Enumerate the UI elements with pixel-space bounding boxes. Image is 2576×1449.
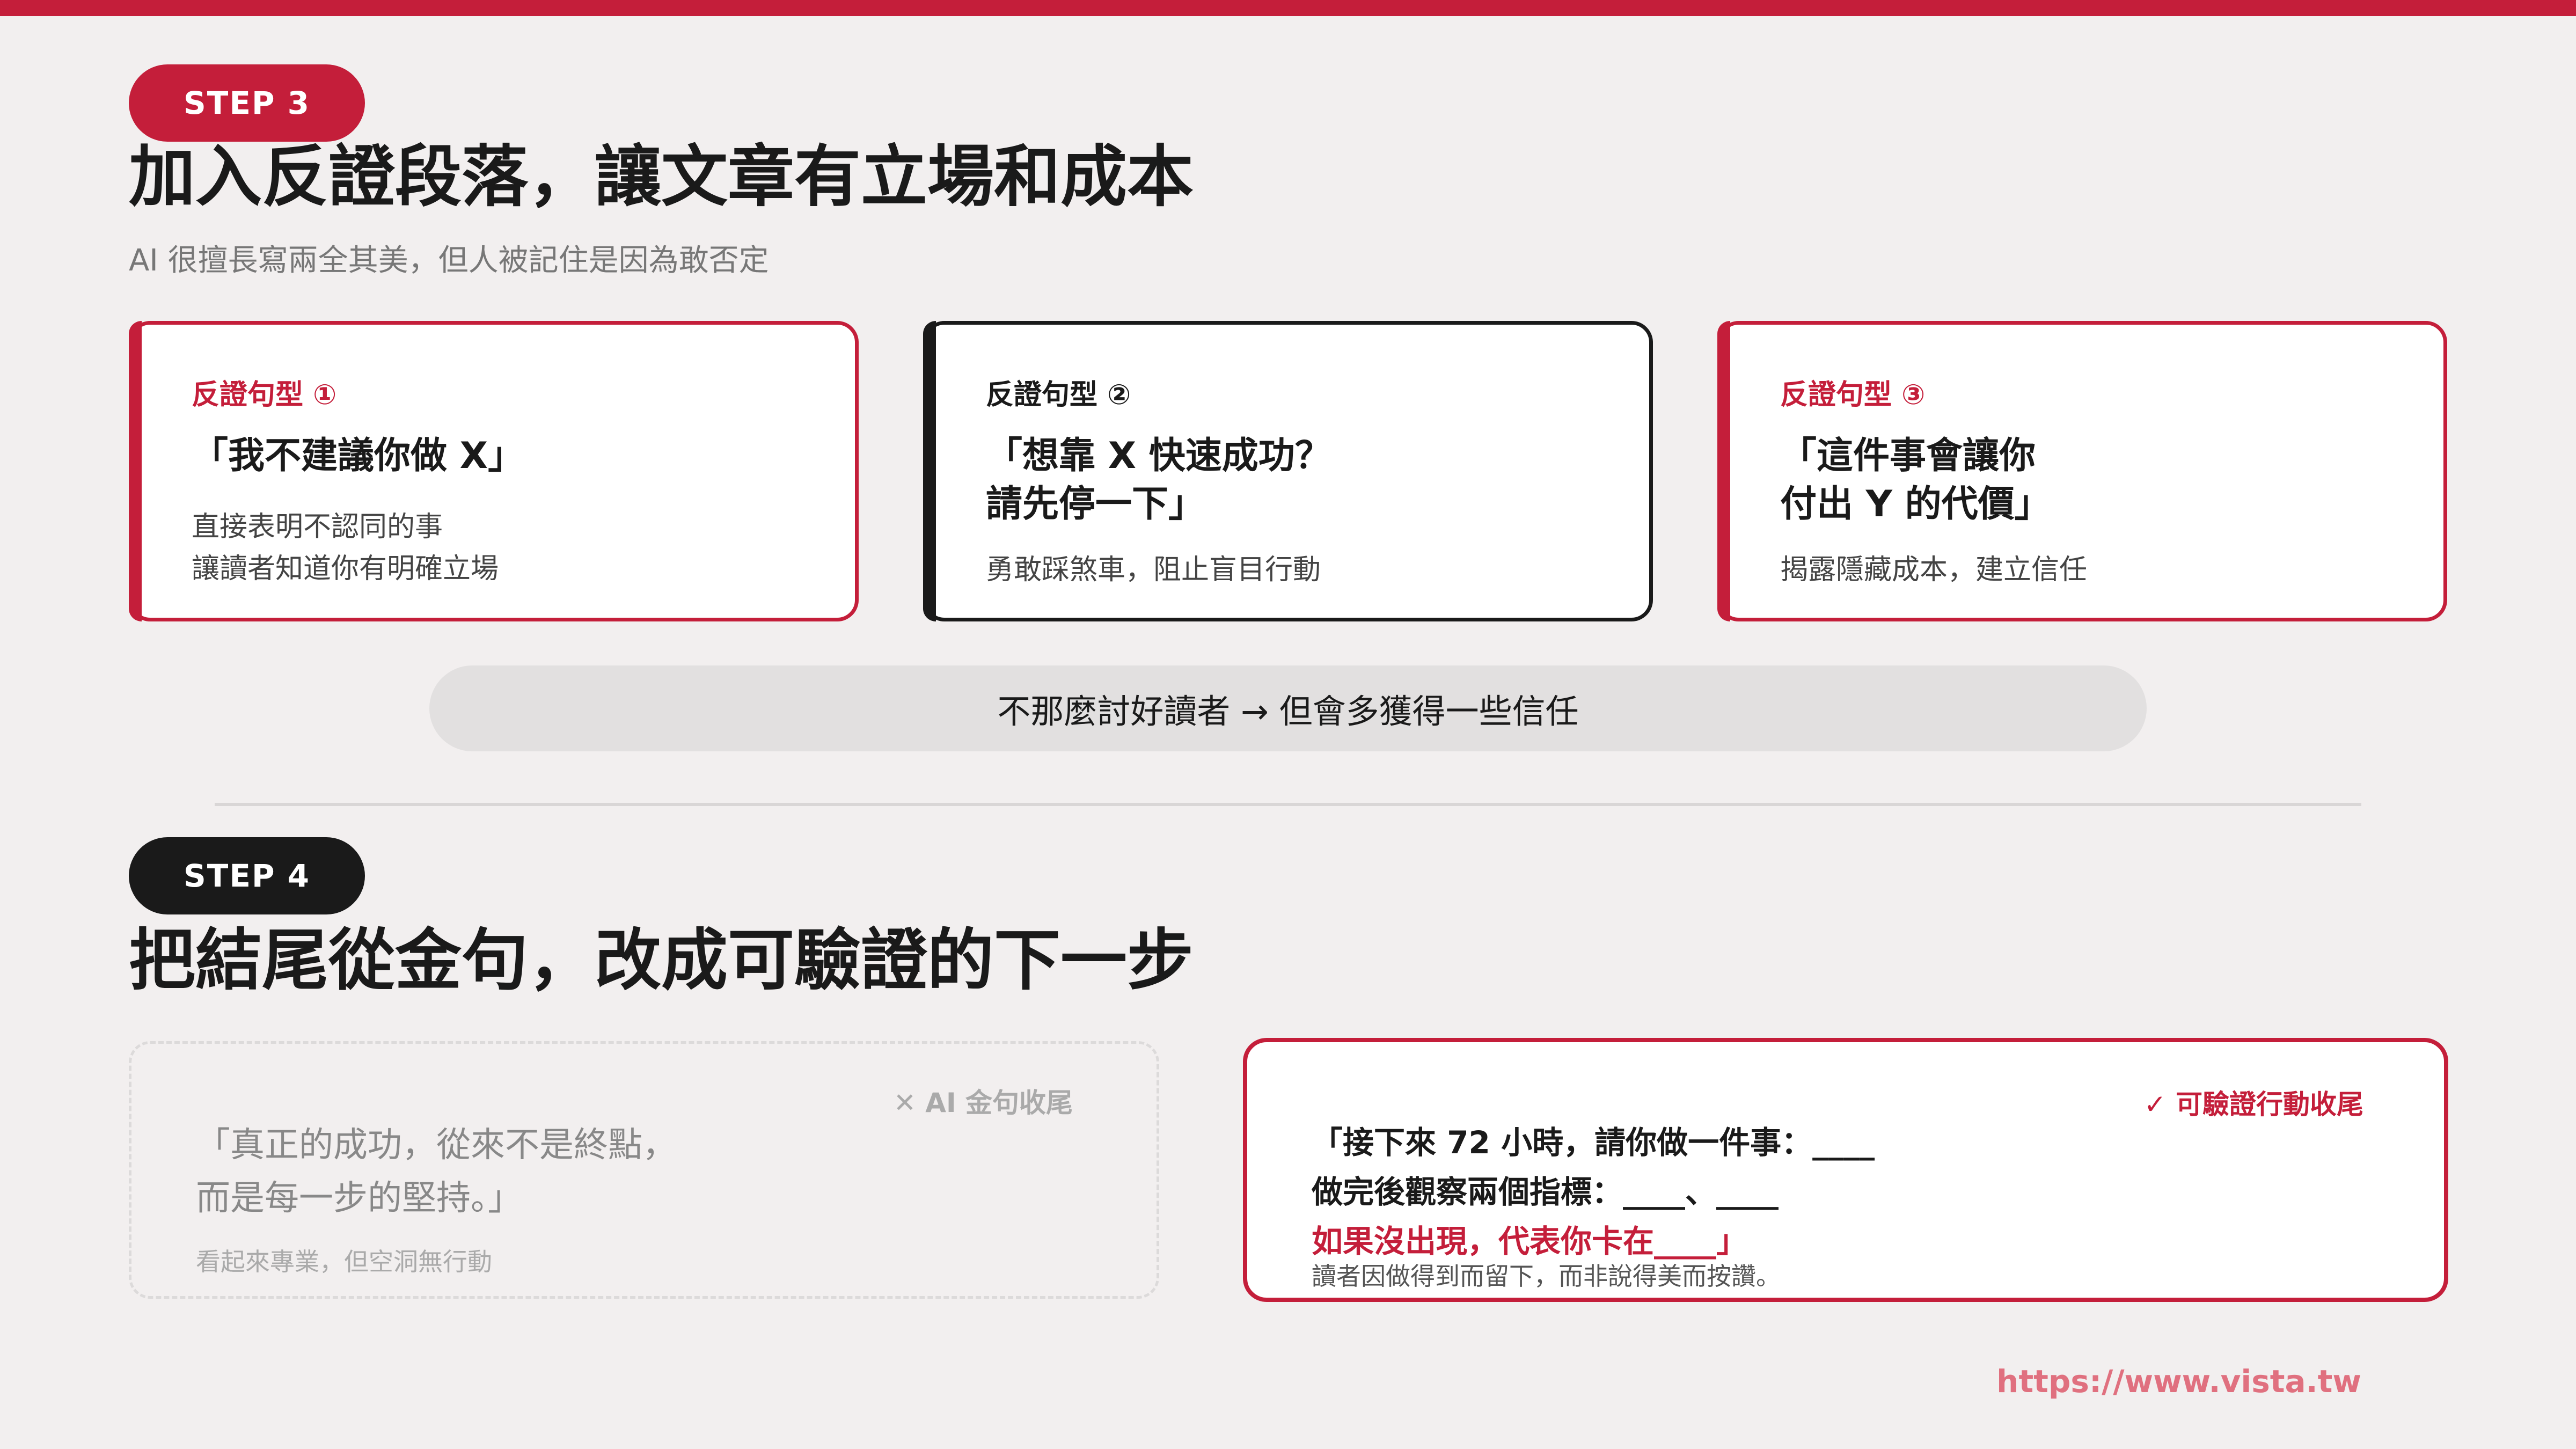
step4-badge: STEP 4 [129,837,365,914]
actionable-ending-mark: ✓ 可驗證行動收尾 [2143,1089,2363,1120]
card-tag: 反證句型 ① [192,379,337,411]
ai-ending-quote-line: 「真正的成功，從來不是終點， [196,1125,677,1165]
step4-title: 把結尾從金句，改成可驗證的下一步 [129,922,1194,999]
card-description: 勇敢踩煞車，阻止盲目行動 [986,549,1321,591]
card-quote-line: 「我不建議你做 X」 [192,435,525,477]
card-quote: 「我不建議你做 X」 [192,432,524,480]
card-accent-bar [923,321,936,621]
card-quote: 「想靠 X 快速成功？ 請先停一下」 [986,432,1331,529]
card-description-line: 揭露隱藏成本，建立信任 [1780,554,2088,586]
card-quote-line: 請先停一下」 [986,482,1205,525]
card-quote-line: 「這件事會讓你 [1780,435,2036,477]
actionable-ending-note: 讀者因做得到而留下，而非說得美而按讚。 [1312,1262,1781,1291]
card-quote-line: 「想靠 X 快速成功？ [986,435,1331,477]
card-tag: 反證句型 ③ [1780,379,1926,411]
card-accent-bar [1717,321,1730,621]
ai-ending-note: 看起來專業，但空洞無行動 [196,1247,492,1276]
card-description: 直接表明不認同的事 讓讀者知道你有明確立場 [192,506,499,590]
ai-ending-quote: 「真正的成功，從來不是終點， 而是每一步的堅持。」 [196,1119,677,1225]
counter-pattern-card-1: 反證句型 ① 「我不建議你做 X」 直接表明不認同的事 讓讀者知道你有明確立場 [129,321,859,621]
actionable-ending-example: ✓ 可驗證行動收尾 「接下來 72 小時，請你做一件事：____ 做完後觀察兩個… [1243,1038,2448,1302]
ai-ending-example: ✕ AI 金句收尾 「真正的成功，從來不是終點， 而是每一步的堅持。」 看起來專… [129,1041,1159,1299]
actionable-ending-line-3: 如果沒出現，代表你卡在____」 [1312,1223,1748,1260]
card-accent-bar [129,321,142,621]
card-tag: 反證句型 ② [986,379,1131,411]
card-description: 揭露隱藏成本，建立信任 [1780,549,2087,591]
counter-pattern-card-2: 反證句型 ② 「想靠 X 快速成功？ 請先停一下」 勇敢踩煞車，阻止盲目行動 [923,321,1653,621]
card-description-line: 讓讀者知道你有明確立場 [192,553,499,585]
top-accent-bar [0,0,2576,16]
section-divider [215,803,2361,806]
ai-ending-quote-line: 而是每一步的堅持。」 [196,1179,522,1219]
footer-url: https://www.vista.tw [1996,1363,2361,1400]
ai-ending-mark: ✕ AI 金句收尾 [893,1087,1073,1118]
card-quote-line: 付出 Y 的代價」 [1780,482,2051,525]
step3-summary: 不那麼討好讀者 → 但會多獲得一些信任 [429,665,2147,751]
step3-title: 加入反證段落，讓文章有立場和成本 [129,138,1194,216]
actionable-ending-line-1: 「接下來 72 小時，請你做一件事：____ [1312,1124,1875,1161]
step3-badge: STEP 3 [129,64,365,142]
card-description-line: 勇敢踩煞車，阻止盲目行動 [986,554,1321,586]
actionable-ending-line-2: 做完後觀察兩個指標：____、____ [1312,1174,1779,1210]
counter-pattern-card-3: 反證句型 ③ 「這件事會讓你 付出 Y 的代價」 揭露隱藏成本，建立信任 [1717,321,2447,621]
card-quote: 「這件事會讓你 付出 Y 的代價」 [1780,432,2051,529]
card-description-line: 直接表明不認同的事 [192,511,443,543]
step3-subtitle: AI 很擅長寫兩全其美，但人被記住是因為敢否定 [129,243,769,278]
